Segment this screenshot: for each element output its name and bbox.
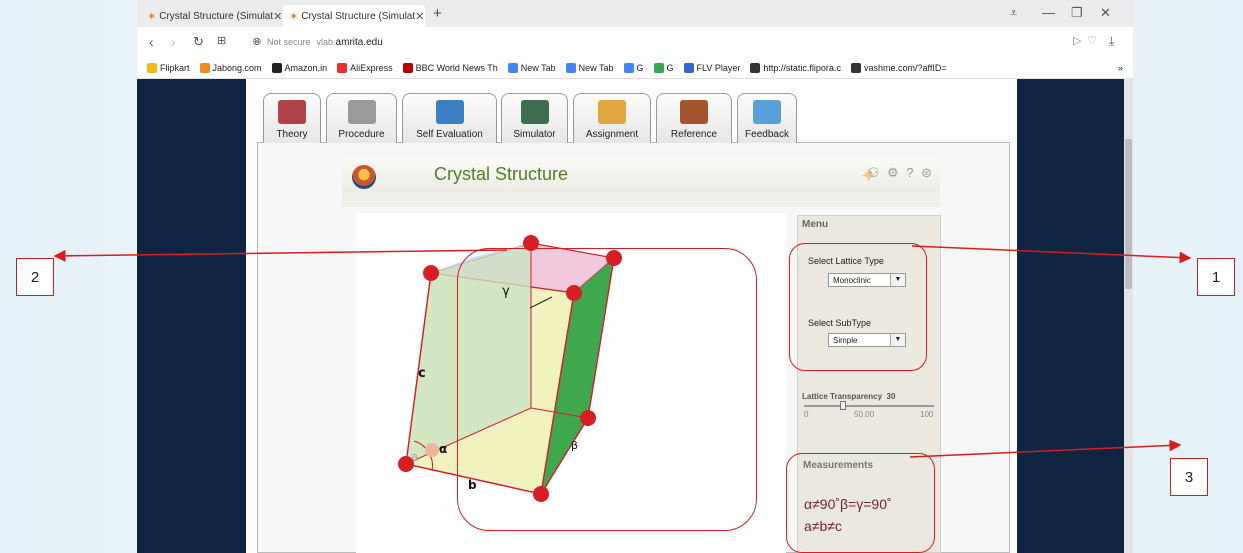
callout-2: 2: [16, 258, 54, 296]
callout-lines: [53, 245, 1192, 458]
callout-line-3: [909, 439, 1182, 458]
callout-3: 3: [1170, 458, 1208, 496]
callout-line-2: [53, 249, 508, 262]
callout-line-1: [911, 245, 1192, 264]
callout-1: 1: [1197, 258, 1235, 296]
